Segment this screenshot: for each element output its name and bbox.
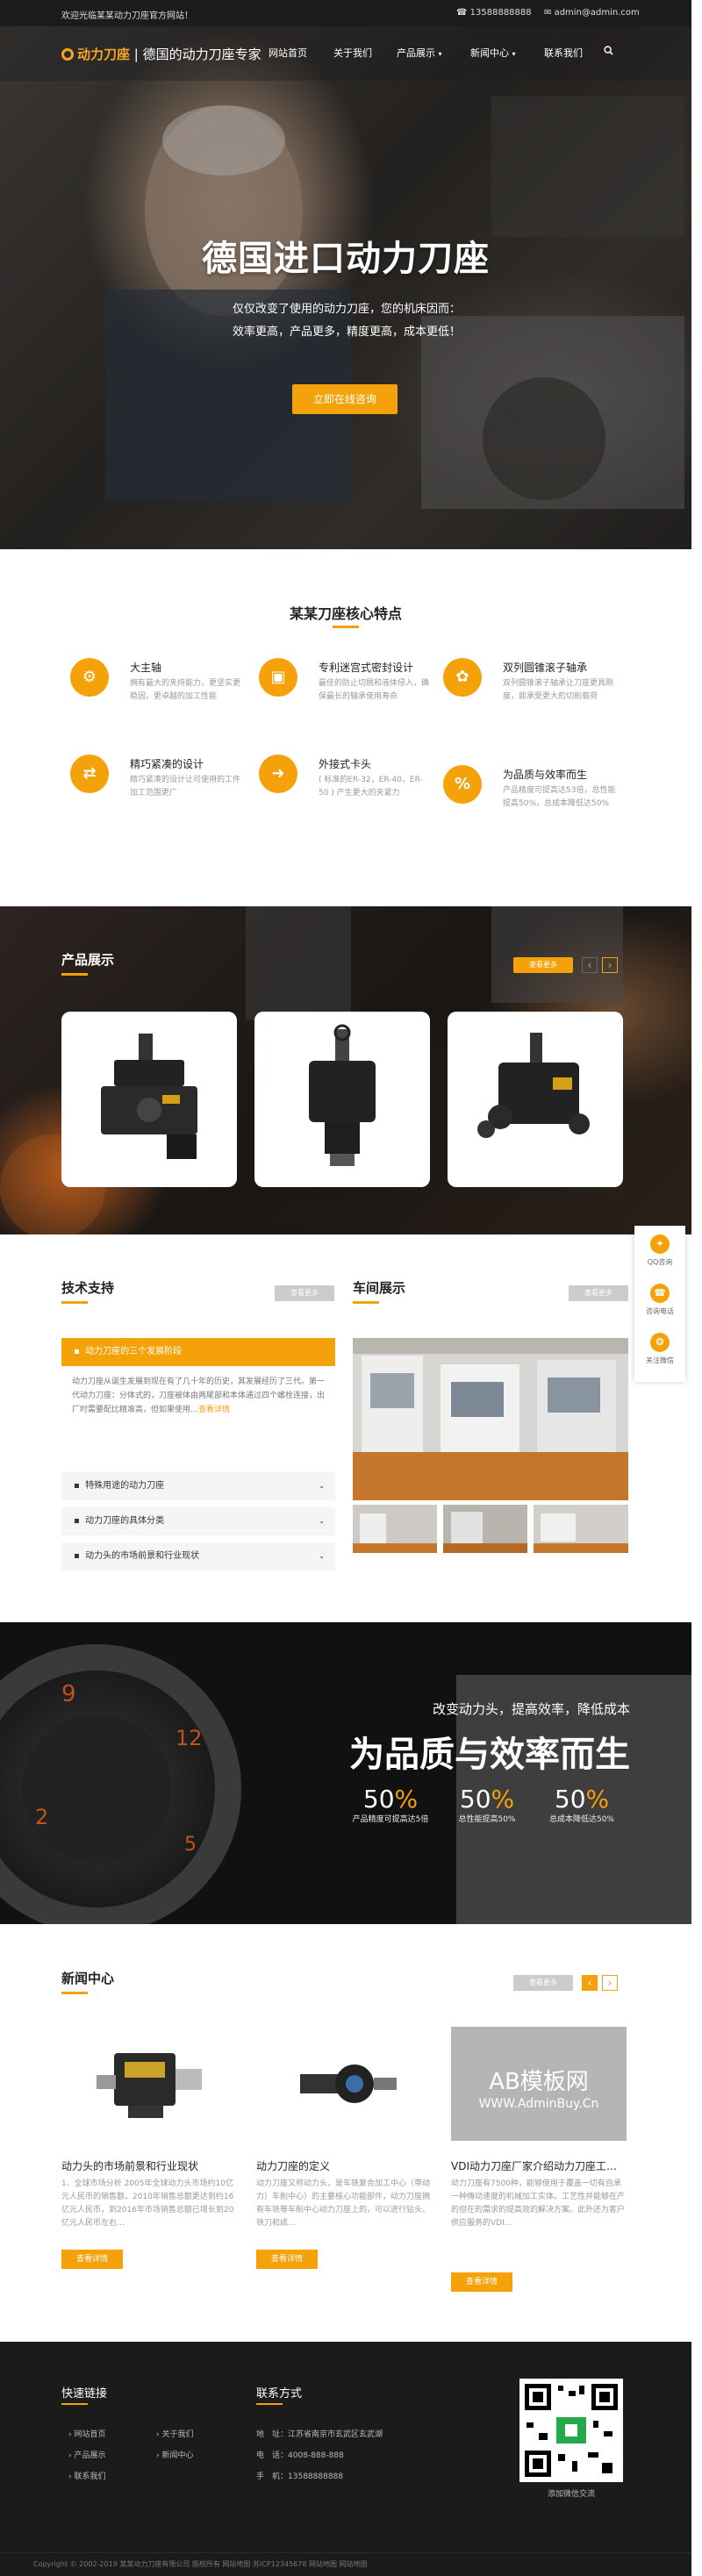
main-nav: 动力刀座 | 德国的动力刀座专家 网站首页 关于我们 产品展示 ▾ 新闻中心 ▾… [0, 26, 691, 81]
news-card[interactable]: 动力头的市场前景和行业现状 1、全球市场分析 2005年全球动力头市场约10亿元… [61, 2027, 237, 2269]
news-title: 新闻中心 [61, 1971, 115, 1986]
footer-link[interactable]: › 产品展示 [68, 2449, 105, 2460]
product-card[interactable] [254, 1012, 430, 1187]
bearing-icon: ✿ [443, 658, 482, 697]
qr-code [519, 2379, 623, 2482]
wechat-icon[interactable]: ❂ [650, 1333, 670, 1352]
news-image [61, 2027, 237, 2141]
nav-about[interactable]: 关于我们 [333, 46, 372, 60]
plus-square-icon: ▪ [74, 1516, 80, 1526]
footer-contact-title: 联系方式 [256, 2387, 303, 2401]
product-image [477, 1033, 590, 1138]
nav-products[interactable]: 产品展示 ▾ [397, 46, 442, 60]
support-title: 技术支持 [61, 1280, 115, 1296]
svg-text:2: 2 [35, 1805, 48, 1829]
svg-text:12: 12 [176, 1726, 203, 1750]
svg-text:9: 9 [61, 1681, 76, 1707]
footer-link[interactable]: › 新闻中心 [156, 2449, 193, 2460]
workshop-thumbnails[interactable] [353, 1505, 628, 1553]
svg-text:5: 5 [184, 1834, 197, 1856]
caret-down-icon: ▾ [512, 50, 516, 58]
nav-contact[interactable]: 联系我们 [544, 46, 583, 60]
clamp-icon: ➜ [259, 755, 297, 793]
product-image [101, 1034, 197, 1159]
email-text[interactable]: ✉ admin@admin.com [544, 8, 640, 18]
footer-address: 地 址：江苏省南京市玄武区玄武湖 [256, 2430, 383, 2439]
news-detail-button[interactable]: 查看详情 [61, 2250, 123, 2269]
products-title: 产品展示 [61, 952, 115, 968]
footer-mobile: 手 机：13588888888 [256, 2472, 344, 2481]
next-arrow-icon[interactable]: › [602, 1975, 618, 1991]
search-icon[interactable] [604, 46, 613, 58]
product-card[interactable] [61, 1012, 237, 1187]
minus-square-icon: ▪ [74, 1347, 80, 1356]
prev-arrow-icon[interactable]: ‹ [582, 1975, 598, 1991]
slogan-line2: 为品质与效率而生 [349, 1735, 630, 1775]
phone-icon[interactable]: ☎ [650, 1284, 670, 1303]
phone-text: ☎ 13588888888 [456, 8, 532, 18]
product-card[interactable] [448, 1012, 623, 1187]
seal-icon: ▣ [259, 658, 297, 697]
hero-title: 德国进口动力刀座 [202, 239, 490, 279]
percent-icon: % [443, 765, 482, 804]
workshop-photo [353, 1338, 628, 1500]
news-more-button[interactable]: 查看更多 [513, 1975, 573, 1991]
news-detail-button[interactable]: 查看详情 [451, 2272, 512, 2292]
workshop-more-button[interactable]: 查看更多 [569, 1285, 628, 1301]
slogan-line1: 改变动力头，提高效率，降低成本 [432, 1701, 630, 1717]
chevron-down-icon: ⌄ [319, 1482, 325, 1490]
products-more-button[interactable]: 查看更多 [513, 957, 573, 973]
phone-icon: ☎ [456, 8, 470, 18]
copyright: Copyright © 2002-2019 某某动力刀座有限公司 版权所有 网站… [33, 2560, 368, 2568]
news-image [256, 2027, 432, 2141]
news-detail-button[interactable]: 查看详情 [256, 2250, 318, 2269]
consult-button[interactable]: 立即在线咨询 [292, 384, 398, 414]
support-more-button[interactable]: 查看更多 [275, 1285, 334, 1301]
plus-square-icon: ▪ [74, 1481, 80, 1491]
top-bar: 欢迎光临某某动力刀座官方网站！ ☎ 13588888888 ✉ admin@ad… [0, 0, 691, 26]
accordion-row[interactable]: ▪ 动力头的市场前景和行业现状 ⌄ [61, 1542, 335, 1571]
transmission-icon: ⇄ [70, 755, 109, 793]
products-section: 产品展示 查看更多 ‹ › [0, 906, 691, 1234]
accordion-active-header[interactable]: ▪ 动力刀座的三个发展阶段 [61, 1338, 335, 1366]
footer-link[interactable]: › 关于我们 [156, 2428, 193, 2439]
accordion-row[interactable]: ▪ 动力刀座的具体分类 ⌄ [61, 1507, 335, 1535]
nav-home[interactable]: 网站首页 [269, 46, 307, 60]
stat-item: 50% 总性能提高50% [458, 1785, 516, 1824]
logo[interactable]: 动力刀座 | 德国的动力刀座专家 [61, 45, 261, 63]
features-title: 某某刀座核心特点 [289, 605, 402, 622]
product-image [309, 1024, 376, 1166]
stat-item: 50% 总成本降低达50% [548, 1785, 614, 1824]
footer-link[interactable]: › 联系我们 [68, 2470, 105, 2481]
caret-down-icon: ▾ [438, 50, 442, 58]
chevron-down-icon: ⌄ [319, 1517, 325, 1525]
nav-news[interactable]: 新闻中心 ▾ [470, 46, 516, 60]
detail-link[interactable]: 查看详情 [198, 1406, 230, 1414]
hero-subtitle: 仅仅改变了使用的动力刀座，您的机床因而： 效率更高，产品更多，精度更高，成本更低！ [232, 303, 461, 339]
accordion-active-body: 动力刀座从诞生发展到现在有了几十年的历史，其发展经历了三代。第一代动力刀座：分体… [72, 1377, 326, 1414]
workshop-title: 车间展示 [353, 1280, 406, 1296]
news-card[interactable]: 动力刀座的定义 动力刀座又称动力头，是车铣复合加工中心（带动力）车削中心）的主要… [256, 2027, 432, 2269]
spindle-icon: ⚙ [70, 658, 109, 697]
qq-icon[interactable]: ✦ [650, 1234, 670, 1254]
news-card[interactable]: AB模板网 WWW.AdminBuy.Cn VDI动力刀座厂家介绍动力刀座工… … [451, 2027, 627, 2292]
news-image: AB模板网 WWW.AdminBuy.Cn [451, 2027, 627, 2141]
accordion-row[interactable]: ▪ 特殊用途的动力刀座 ⌄ [61, 1472, 335, 1500]
side-contact-panel: ✦ QQ咨询 ☎ 咨询电话 ❂ 关注微信 [634, 1226, 685, 1382]
footer-link[interactable]: › 网站首页 [68, 2428, 105, 2439]
footer: 快速链接 › 网站首页 › 关于我们 › 产品展示 › 新闻中心 › 联系我们 … [0, 2342, 691, 2576]
logo-icon [61, 48, 74, 61]
slogan-section: 9 12 2 5 改变动力头，提高效率，降低成本 为品质与效率而生 50% 产品… [0, 1622, 691, 1924]
hero-banner: 德国进口动力刀座 仅仅改变了使用的动力刀座，您的机床因而： 效率更高，产品更多，精… [0, 26, 691, 549]
prev-arrow-icon[interactable]: ‹ [582, 957, 598, 973]
stat-item: 50% 产品精度可提高达5倍 [352, 1785, 429, 1824]
qr-caption: 添加微信交流 [547, 2490, 595, 2499]
footer-links-title: 快速链接 [61, 2387, 108, 2401]
footer-phone: 电 话：4008-888-888 [256, 2451, 344, 2460]
next-arrow-icon[interactable]: › [602, 957, 618, 973]
chevron-down-icon: ⌄ [319, 1552, 325, 1560]
plus-square-icon: ▪ [74, 1551, 80, 1561]
mail-icon: ✉ [544, 8, 555, 18]
welcome-text: 欢迎光临某某动力刀座官方网站！ [61, 11, 193, 21]
